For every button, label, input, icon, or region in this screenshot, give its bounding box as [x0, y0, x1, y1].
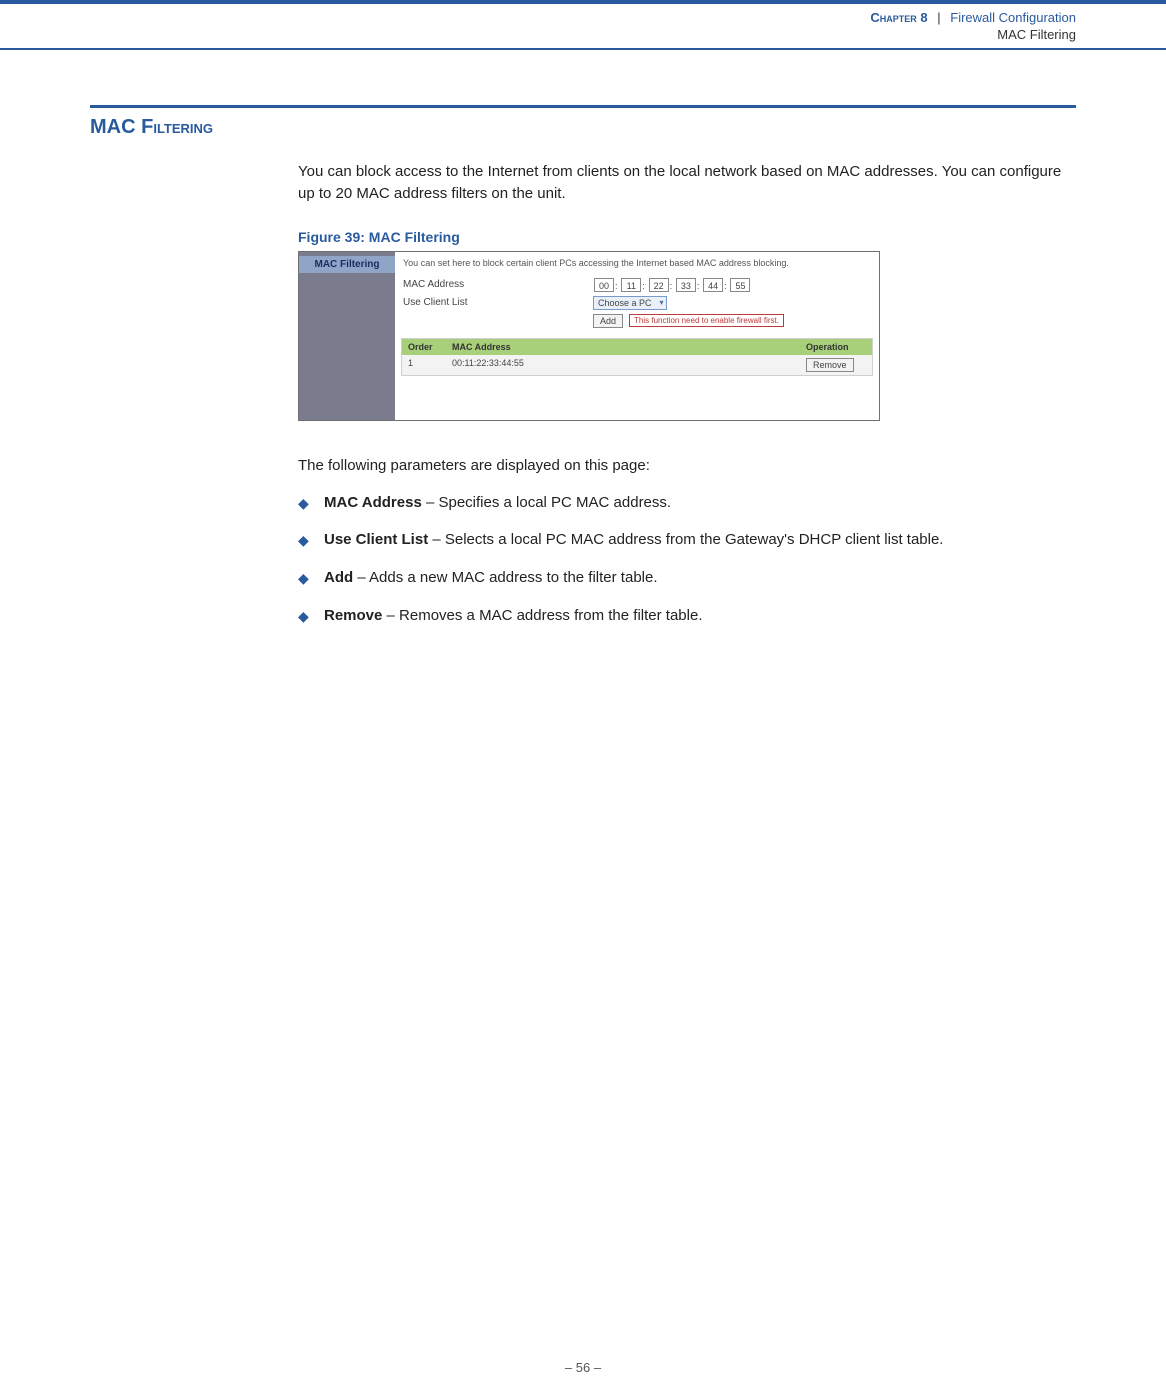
- param-term: MAC Address: [324, 494, 422, 511]
- client-list-select[interactable]: Choose a PC: [593, 296, 667, 310]
- table-row: 1 00:11:22:33:44:55 Remove: [402, 355, 872, 375]
- list-item: Remove – Removes a MAC address from the …: [298, 605, 1076, 627]
- mac-octet-input[interactable]: 33: [676, 278, 696, 292]
- body-column: You can block access to the Internet fro…: [298, 161, 1076, 627]
- figure-caption: Figure 39: MAC Filtering: [298, 229, 1076, 245]
- mac-octet-input[interactable]: 55: [730, 278, 750, 292]
- list-item: Use Client List – Selects a local PC MAC…: [298, 529, 1076, 551]
- mac-sep: :: [724, 281, 727, 291]
- use-client-list-label: Use Client List: [403, 297, 593, 308]
- header-subsection: MAC Filtering: [0, 27, 1076, 42]
- add-button[interactable]: Add: [593, 314, 623, 328]
- param-list: MAC Address – Specifies a local PC MAC a…: [298, 492, 1076, 627]
- td-operation: Remove: [800, 355, 872, 375]
- param-term: Remove: [324, 607, 382, 624]
- mac-octet-group: 00: 11: 22: 33: 44: 55: [593, 278, 751, 292]
- page-header: Chapter 8 | Firewall Configuration MAC F…: [0, 0, 1166, 50]
- mac-octet-input[interactable]: 44: [703, 278, 723, 292]
- shot-tab[interactable]: MAC Filtering: [299, 256, 395, 273]
- mac-octet-input[interactable]: 00: [594, 278, 614, 292]
- mac-octet-input[interactable]: 11: [621, 278, 641, 292]
- mac-sep: :: [615, 281, 618, 291]
- page-footer: – 56 –: [0, 1360, 1166, 1375]
- param-desc: – Adds a new MAC address to the filter t…: [353, 569, 657, 586]
- list-item: Add – Adds a new MAC address to the filt…: [298, 567, 1076, 589]
- intro-text: You can block access to the Internet fro…: [298, 161, 1076, 205]
- mac-address-row: MAC Address 00: 11: 22: 33: 44: 55: [403, 278, 871, 292]
- mac-filter-table: Order MAC Address Operation 1 00:11:22:3…: [401, 338, 873, 376]
- shot-main: You can set here to block certain client…: [395, 252, 879, 420]
- th-operation: Operation: [800, 339, 872, 355]
- page-number: – 56 –: [565, 1360, 601, 1375]
- shot-sidebar: MAC Filtering: [299, 252, 395, 420]
- add-button-row: Add This function need to enable firewal…: [403, 314, 871, 328]
- figure-screenshot: MAC Filtering You can set here to block …: [298, 251, 880, 421]
- mac-sep: :: [670, 281, 673, 291]
- th-mac: MAC Address: [446, 339, 800, 355]
- param-desc: – Removes a MAC address from the filter …: [382, 607, 702, 624]
- param-term: Use Client List: [324, 531, 428, 548]
- section-heading: MAC Filtering: [90, 116, 1076, 139]
- shot-form: MAC Address 00: 11: 22: 33: 44: 55 Use C…: [395, 278, 879, 328]
- td-mac: 00:11:22:33:44:55: [446, 355, 800, 375]
- use-client-list-row: Use Client List Choose a PC: [403, 296, 871, 310]
- section-rule: [90, 105, 1076, 108]
- th-order: Order: [402, 339, 446, 355]
- header-separator: |: [937, 10, 940, 25]
- mac-octet-input[interactable]: 22: [649, 278, 669, 292]
- td-order: 1: [402, 355, 446, 375]
- param-desc: – Specifies a local PC MAC address.: [422, 494, 671, 511]
- mac-address-label: MAC Address: [403, 279, 593, 290]
- param-term: Add: [324, 569, 353, 586]
- heading-main: MAC F: [90, 116, 153, 138]
- list-item: MAC Address – Specifies a local PC MAC a…: [298, 492, 1076, 514]
- table-header-row: Order MAC Address Operation: [402, 339, 872, 355]
- header-title: Firewall Configuration: [950, 10, 1076, 25]
- chapter-label: Chapter 8: [870, 10, 927, 25]
- mac-sep: :: [642, 281, 645, 291]
- heading-rest: iltering: [153, 117, 213, 138]
- mac-sep: :: [697, 281, 700, 291]
- page-content: MAC Filtering You can block access to th…: [0, 50, 1166, 627]
- param-desc: – Selects a local PC MAC address from th…: [428, 531, 943, 548]
- firewall-warning: This function need to enable firewall fi…: [629, 314, 784, 327]
- params-intro: The following parameters are displayed o…: [298, 457, 1076, 474]
- shot-description: You can set here to block certain client…: [395, 252, 879, 278]
- remove-button[interactable]: Remove: [806, 358, 854, 372]
